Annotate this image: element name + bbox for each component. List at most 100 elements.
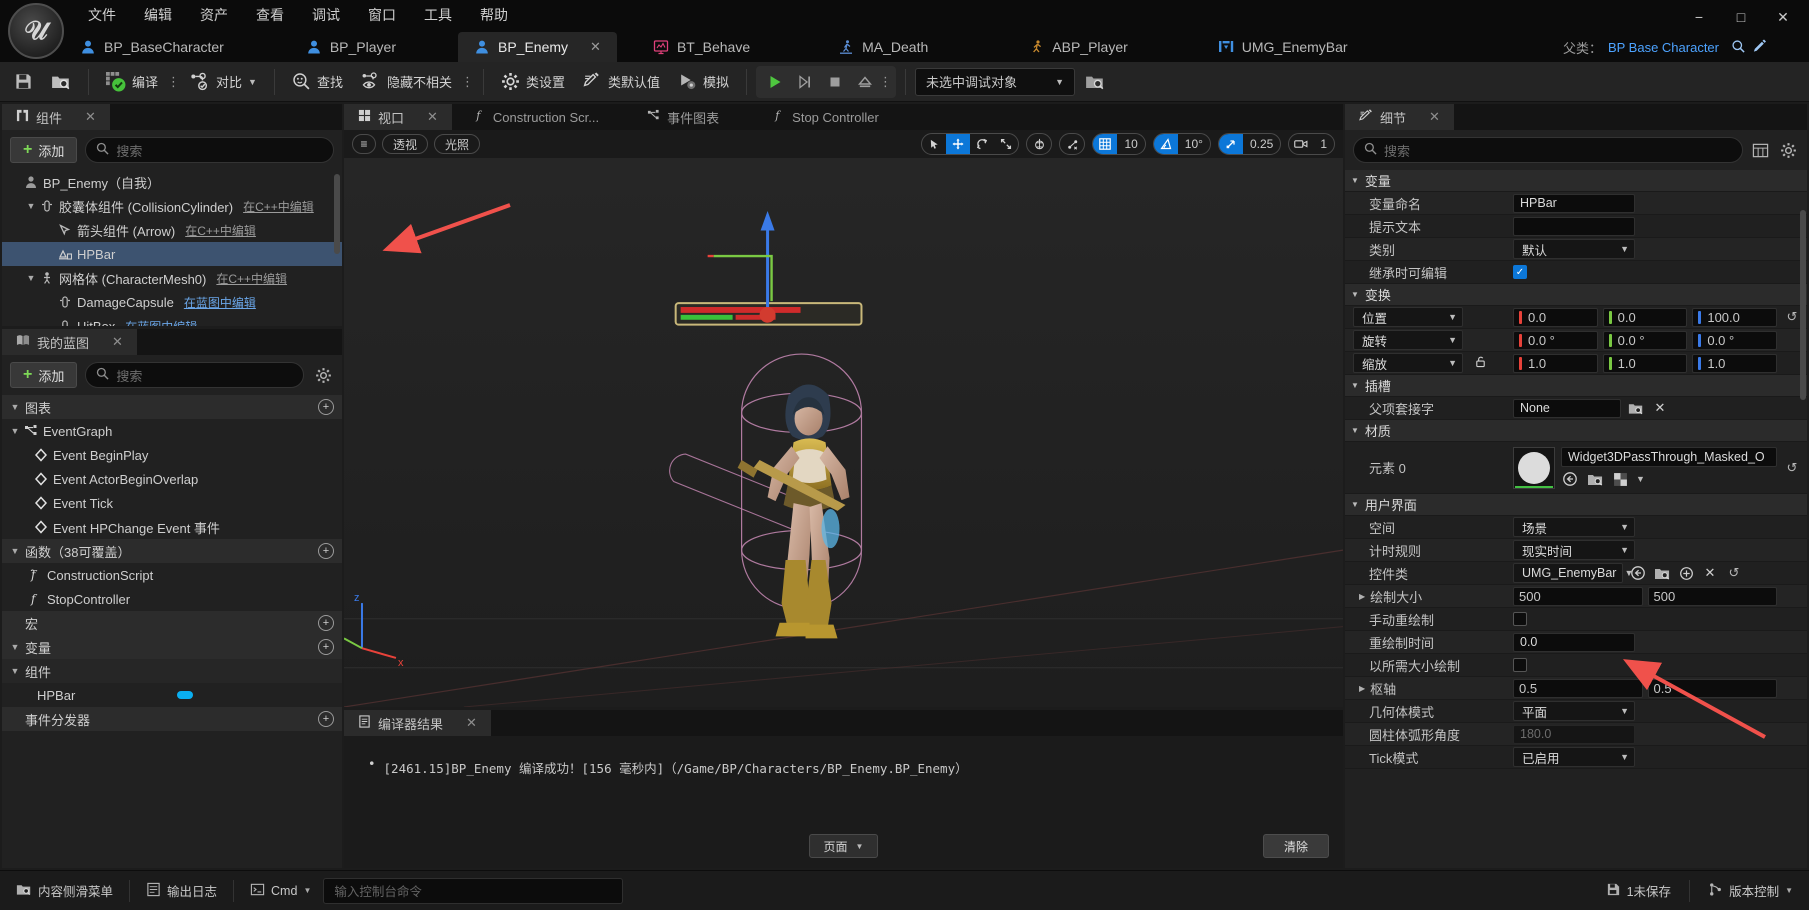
tree-row-constructionscript[interactable]: f ConstructionScript — [2, 563, 342, 587]
tree-row-stopcontroller[interactable]: f StopController — [2, 587, 342, 611]
eject-button[interactable] — [850, 68, 880, 96]
tooltip-input[interactable] — [1513, 216, 1635, 236]
play-button[interactable] — [760, 68, 790, 96]
class-settings-button[interactable]: 类设置 — [493, 66, 573, 98]
menu-help[interactable]: 帮助 — [466, 1, 522, 29]
close-icon[interactable]: ✕ — [1429, 109, 1440, 125]
scale-lock-icon[interactable] — [1474, 355, 1487, 371]
menu-tools[interactable]: 工具 — [410, 1, 466, 29]
stop-button[interactable] — [820, 68, 850, 96]
doc-tab-bp-basecharacter[interactable]: BP_BaseCharacter — [64, 32, 240, 62]
close-icon[interactable]: ✕ — [85, 109, 96, 125]
camera-speed-value[interactable]: 1 — [1313, 134, 1334, 154]
menu-view[interactable]: 查看 — [242, 1, 298, 29]
tree-row-event-actorbeginoverlap[interactable]: Event ActorBeginOverlap — [2, 467, 342, 491]
cmd-selector-button[interactable]: Cmd ▼ — [242, 877, 319, 905]
tree-row-event-tick[interactable]: Event Tick — [2, 491, 342, 515]
blueprint-settings-gear-icon[interactable] — [312, 364, 334, 386]
draw-size-y-field[interactable]: 500 — [1647, 586, 1777, 606]
location-x-field[interactable]: 0.0 — [1513, 307, 1598, 327]
simulate-button[interactable]: 模拟 — [670, 66, 737, 98]
browse-class-icon[interactable] — [1653, 564, 1671, 582]
tree-row-bp-enemy-self[interactable]: BP_Enemy（自我） — [2, 170, 342, 194]
section-header-graphs[interactable]: ▼ 图表 + — [2, 395, 342, 419]
add-variable-button[interactable]: + — [318, 639, 334, 655]
class-defaults-button[interactable]: 类默认值 — [575, 66, 668, 98]
console-command-input[interactable]: 输入控制台命令 — [323, 877, 624, 904]
clear-button[interactable]: 清除 — [1262, 834, 1329, 858]
scale-tool-icon[interactable] — [994, 134, 1018, 154]
section-header-functions[interactable]: ▼ 函数（38可覆盖） + — [2, 539, 342, 563]
tab-stop-controller[interactable]: f Stop Controller — [759, 104, 893, 130]
tree-row-var-hpbar[interactable]: HPBar — [2, 683, 342, 707]
tree-row-collision-cylinder[interactable]: ▼ 胶囊体组件 (CollisionCylinder) 在C++中编辑 — [2, 194, 342, 218]
details-settings-gear-icon[interactable] — [1777, 139, 1799, 161]
timing-policy-dropdown[interactable]: 现实时间 ▼ — [1513, 540, 1635, 560]
scale-mode-dropdown[interactable]: 缩放 ▼ — [1353, 353, 1463, 373]
manual-redraw-checkbox[interactable] — [1513, 612, 1527, 626]
details-category-user-interface[interactable]: ▼ 用户界面 — [1345, 494, 1807, 516]
pivot-y-field[interactable]: 0.5 — [1647, 678, 1777, 698]
details-category-sockets[interactable]: ▼ 插槽 — [1345, 375, 1807, 397]
expand-caret[interactable]: ▼ — [8, 402, 22, 412]
myblueprint-search-input[interactable]: 搜索 — [85, 362, 304, 388]
view-perspective-button[interactable]: 透视 — [382, 134, 429, 154]
tree-row-suffix[interactable]: 在C++中编辑 — [216, 270, 287, 287]
debug-browse-button[interactable] — [1077, 66, 1113, 98]
debug-object-selector[interactable]: 未选中调试对象 ▼ — [915, 67, 1076, 96]
tree-row-suffix[interactable]: 在C++中编辑 — [185, 222, 256, 239]
tree-row-suffix[interactable]: 在C++中编辑 — [243, 198, 314, 215]
menu-edit[interactable]: 编辑 — [130, 1, 186, 29]
tree-row-event-hpchange[interactable]: Event HPChange Event 事件 — [2, 515, 342, 539]
section-header-components[interactable]: ▼ 组件 — [2, 659, 342, 683]
expand-caret[interactable]: ▼ — [8, 642, 22, 652]
compile-button[interactable]: 编译 — [98, 66, 166, 98]
new-asset-icon[interactable] — [1677, 564, 1695, 582]
location-y-field[interactable]: 0.0 — [1602, 307, 1688, 327]
play-options-button[interactable]: ⋮ — [879, 74, 892, 90]
tab-event-graph[interactable]: 事件图表 — [633, 104, 733, 130]
section-header-event-dispatchers[interactable]: 事件分发器 + — [2, 707, 342, 731]
section-header-macros[interactable]: 宏 + — [2, 611, 342, 635]
scale-vector[interactable]: 1.0 1.0 1.0 — [1513, 353, 1778, 373]
menu-file[interactable]: 文件 — [74, 1, 130, 29]
tree-row-hitbox[interactable]: HitBox 在蓝图中编辑 — [2, 314, 342, 326]
use-selected-class-icon[interactable] — [1629, 564, 1647, 582]
select-tool-icon[interactable] — [922, 134, 946, 154]
clear-class-icon[interactable]: ✕ — [1701, 564, 1719, 582]
menu-window[interactable]: 窗口 — [354, 1, 410, 29]
rotate-tool-icon[interactable] — [970, 134, 994, 154]
angle-snap-icon[interactable] — [1153, 134, 1178, 154]
location-vector[interactable]: 0.0 0.0 100.0 — [1513, 307, 1778, 327]
unreal-logo-icon[interactable]: 𝒰 — [8, 3, 64, 59]
close-icon[interactable]: ✕ — [466, 715, 477, 731]
draw-size-vector[interactable]: 500 500 — [1513, 586, 1777, 606]
grid-snap-icon[interactable] — [1093, 134, 1118, 154]
scale-z-field[interactable]: 1.0 — [1692, 353, 1778, 373]
minimize-button[interactable]: − — [1679, 4, 1719, 30]
tree-row-event-beginplay[interactable]: Event BeginPlay — [2, 443, 342, 467]
tab-my-blueprint[interactable]: 我的蓝图 ✕ — [2, 329, 137, 355]
step-button[interactable] — [790, 68, 820, 96]
tree-row-suffix[interactable]: 在蓝图中编辑 — [125, 318, 197, 327]
reset-widget-class-icon[interactable]: ↺ — [1725, 565, 1743, 581]
unsaved-changes-button[interactable]: 1未保存 — [1598, 877, 1679, 905]
move-tool-icon[interactable] — [946, 134, 971, 154]
menu-asset[interactable]: 资产 — [186, 1, 242, 29]
camera-icon[interactable] — [1289, 134, 1313, 154]
doc-tab-ma-death[interactable]: MA_Death — [822, 32, 944, 62]
diff-button[interactable]: 对比 ▼ — [182, 66, 265, 98]
maximize-button[interactable]: □ — [1721, 4, 1761, 30]
doc-tab-bp-enemy[interactable]: BP_Enemy ✕ — [458, 32, 617, 62]
source-control-button[interactable]: 版本控制 ▼ — [1700, 877, 1801, 905]
add-function-button[interactable]: + — [318, 543, 334, 559]
details-category-materials[interactable]: ▼ 材质 — [1345, 420, 1807, 442]
add-blueprint-item-button[interactable]: + 添加 — [10, 362, 78, 388]
material-thumbnail[interactable] — [1513, 446, 1555, 489]
details-columns-icon[interactable] — [1749, 139, 1771, 161]
draw-size-x-field[interactable]: 500 — [1513, 586, 1643, 606]
details-category-transform[interactable]: ▼ 变换 — [1345, 284, 1807, 306]
expand-caret[interactable]: ▼ — [24, 201, 38, 211]
viewport-3d[interactable]: z x — [344, 158, 1343, 707]
rotation-x-field[interactable]: 0.0 ° — [1513, 330, 1598, 350]
